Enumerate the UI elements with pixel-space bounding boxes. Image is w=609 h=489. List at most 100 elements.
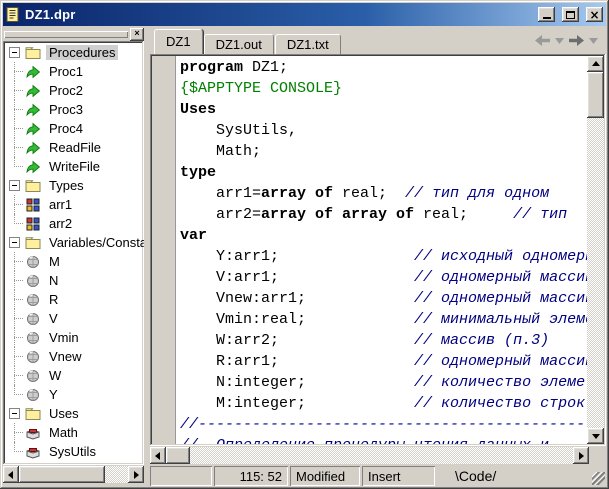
tree-item-n[interactable]: N <box>5 271 144 290</box>
tree-item-vnew[interactable]: Vnew <box>5 347 144 366</box>
tree-item-uses[interactable]: Uses <box>5 404 144 423</box>
collapse-minus-icon[interactable] <box>9 47 20 58</box>
code-line[interactable]: arr2=array of array of real; // тип <box>180 204 587 225</box>
tree-item-variables-constants[interactable]: Variables/Constants <box>5 233 144 252</box>
collapse-minus-icon[interactable] <box>9 237 20 248</box>
editor-horizontal-scrollbar[interactable] <box>150 447 589 464</box>
code-text: R:arr1; <box>180 353 415 370</box>
maximize-button[interactable] <box>562 7 579 22</box>
code-line[interactable]: //--------------------------------------… <box>180 414 587 435</box>
tree-item-m[interactable]: M <box>5 252 144 271</box>
var-icon <box>25 368 41 383</box>
explorer-tree: Procedures Proc1 Proc2 Proc3 Proc4 ReadFile Wr… <box>3 41 144 465</box>
tree-item-w[interactable]: W <box>5 366 144 385</box>
collapse-minus-icon[interactable] <box>9 180 20 191</box>
scroll-right-button[interactable] <box>128 466 144 483</box>
comment-text: // количество элеме <box>414 374 586 391</box>
tab-dz1-out[interactable]: DZ1.out <box>203 34 274 54</box>
code-text: real; <box>333 185 406 202</box>
tree-item-proc3[interactable]: Proc3 <box>5 100 144 119</box>
forward-dropdown-icon[interactable] <box>589 37 598 44</box>
tree-item-proc1[interactable]: Proc1 <box>5 62 144 81</box>
proc-icon <box>25 64 41 79</box>
proc-icon <box>25 83 41 98</box>
scroll-right-button[interactable] <box>573 447 589 464</box>
scroll-left-button[interactable] <box>150 447 166 464</box>
scrollbar-thumb[interactable] <box>166 447 190 464</box>
tree-item-proc4[interactable]: Proc4 <box>5 119 144 138</box>
scroll-left-button[interactable] <box>3 466 19 483</box>
code-line[interactable]: {$APPTYPE CONSOLE} <box>180 78 587 99</box>
code-line[interactable]: Y:arr1; // исходный одномерн <box>180 246 587 267</box>
tree-connector <box>9 214 25 233</box>
code-text: V:arr1; <box>180 269 415 286</box>
tab-dz1-txt[interactable]: DZ1.txt <box>274 34 341 54</box>
code-area[interactable]: program DZ1; {$APPTYPE CONSOLE} Uses SysUt… <box>176 56 587 444</box>
code-line[interactable]: V:arr1; // одномерный массив <box>180 267 587 288</box>
minimize-button[interactable] <box>538 7 555 22</box>
scroll-up-button[interactable] <box>587 56 604 72</box>
dock-grip[interactable] <box>4 30 128 38</box>
tree-item-types[interactable]: Types <box>5 176 144 195</box>
code-line[interactable]: // Определение процедуры чтения данных и <box>180 435 587 444</box>
back-dropdown-icon[interactable] <box>555 37 564 44</box>
keyword-text: var <box>180 227 208 244</box>
scrollbar-track[interactable] <box>105 466 128 483</box>
tree-item-readfile[interactable]: ReadFile <box>5 138 144 157</box>
code-line[interactable]: type <box>180 162 587 183</box>
tree-item-procedures[interactable]: Procedures <box>5 43 144 62</box>
scrollbar-track[interactable] <box>587 118 604 428</box>
panel-close-button[interactable]: × <box>130 27 144 41</box>
title-bar[interactable]: DZ1.dpr × <box>3 3 606 26</box>
tree-item-v[interactable]: V <box>5 309 144 328</box>
keyword-text: program <box>180 59 244 76</box>
forward-button[interactable] <box>569 35 584 46</box>
code-line[interactable]: arr1=array of real; // тип для одном <box>180 183 587 204</box>
minimize-icon <box>542 17 551 19</box>
scrollbar-thumb[interactable] <box>587 72 604 118</box>
dock-grab-bar[interactable]: × <box>3 27 144 41</box>
scrollbar-track[interactable] <box>190 447 573 464</box>
tree-item-label: Uses <box>49 406 79 421</box>
code-line[interactable]: SysUtils, <box>180 120 587 141</box>
tree-item-r[interactable]: R <box>5 290 144 309</box>
code-line[interactable]: W:arr2; // массив (п.3) <box>180 330 587 351</box>
code-line[interactable]: N:integer; // количество элеме <box>180 372 587 393</box>
back-button[interactable] <box>535 35 550 46</box>
tree-connector <box>9 252 25 271</box>
tree-connector <box>9 423 25 442</box>
tree-item-arr2[interactable]: arr2 <box>5 214 144 233</box>
tree-item-arr1[interactable]: arr1 <box>5 195 144 214</box>
comment-text: // исходный одномерн <box>414 248 587 265</box>
tree-item-label: M <box>49 254 60 269</box>
tree-item-y[interactable]: Y <box>5 385 144 404</box>
code-line[interactable]: var <box>180 225 587 246</box>
code-line[interactable]: R:arr1; // одномерный массив <box>180 351 587 372</box>
status-modified: Modified <box>290 466 360 486</box>
var-icon <box>25 254 41 269</box>
status-code-tab[interactable]: \Code/ <box>437 466 604 486</box>
tree-item-math[interactable]: Math <box>5 423 144 442</box>
tree-item-proc2[interactable]: Proc2 <box>5 81 144 100</box>
code-line[interactable]: Math; <box>180 141 587 162</box>
tab-dz1[interactable]: DZ1 <box>154 29 203 54</box>
code-line[interactable]: program DZ1; <box>180 57 587 78</box>
tree-item-vmin[interactable]: Vmin <box>5 328 144 347</box>
tree-item-writefile[interactable]: WriteFile <box>5 157 144 176</box>
resize-grip[interactable] <box>592 472 605 485</box>
code-line[interactable]: Uses <box>180 99 587 120</box>
code-line[interactable]: Vnew:arr1; // одномерный массив <box>180 288 587 309</box>
editor-vertical-scrollbar[interactable] <box>587 56 604 444</box>
collapse-minus-icon[interactable] <box>9 408 20 419</box>
scroll-down-button[interactable] <box>587 428 604 444</box>
tree-horizontal-scrollbar[interactable] <box>3 466 144 483</box>
code-line[interactable]: Vmin:real; // минимальный элеме <box>180 309 587 330</box>
tree-item-label: Proc3 <box>49 102 83 117</box>
code-text: N:integer; <box>180 374 415 391</box>
tree-item-sysutils[interactable]: SysUtils <box>5 442 144 461</box>
var-icon <box>25 349 41 364</box>
close-button[interactable]: × <box>586 7 603 22</box>
scrollbar-thumb[interactable] <box>19 466 105 483</box>
tree-item-label: Proc2 <box>49 83 83 98</box>
code-line[interactable]: M:integer; // количество строк <box>180 393 587 414</box>
